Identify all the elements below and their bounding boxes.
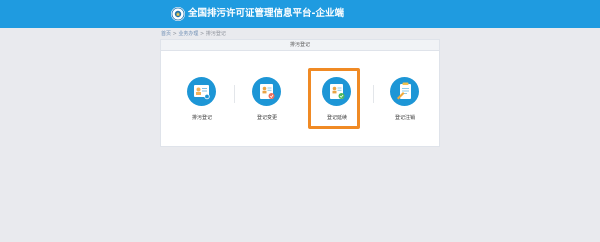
breadcrumb-home[interactable]: 首页 (161, 31, 171, 37)
panel-title: 排污登记 (161, 40, 439, 51)
card-registration[interactable]: 排污登记 (176, 69, 228, 129)
card-cancel[interactable]: 登记注销 (379, 69, 431, 129)
card-label: 登记延续 (326, 115, 347, 121)
breadcrumb-separator: > (200, 31, 205, 37)
card-label: 登记注销 (394, 115, 415, 121)
breadcrumb-business[interactable]: 业务办理 (178, 31, 198, 37)
renewal-icon (322, 77, 351, 106)
cancel-icon (390, 77, 419, 106)
card-divider (234, 85, 235, 103)
card-renewal[interactable]: 登记延续 (308, 68, 363, 129)
app-title: 全国排污许可证管理信息平台-企业端 (188, 8, 344, 19)
card-divider (373, 85, 374, 103)
card-change[interactable]: 登记变更 (241, 69, 293, 129)
card-label: 登记变更 (256, 115, 277, 121)
registration-icon (187, 77, 216, 106)
app-header: 全国排污许可证管理信息平台-企业端 (0, 0, 600, 28)
change-icon (252, 77, 281, 106)
card-label: 排污登记 (191, 115, 212, 121)
registration-panel: 排污登记 排污登记 登记变更 登记延续 登记注销 (160, 39, 440, 147)
breadcrumb-separator: > (172, 31, 177, 37)
breadcrumb-current: 排污登记 (205, 31, 226, 37)
emblem-icon (171, 7, 185, 21)
breadcrumb: 首页 > 业务办理 > 排污登记 (161, 31, 226, 38)
